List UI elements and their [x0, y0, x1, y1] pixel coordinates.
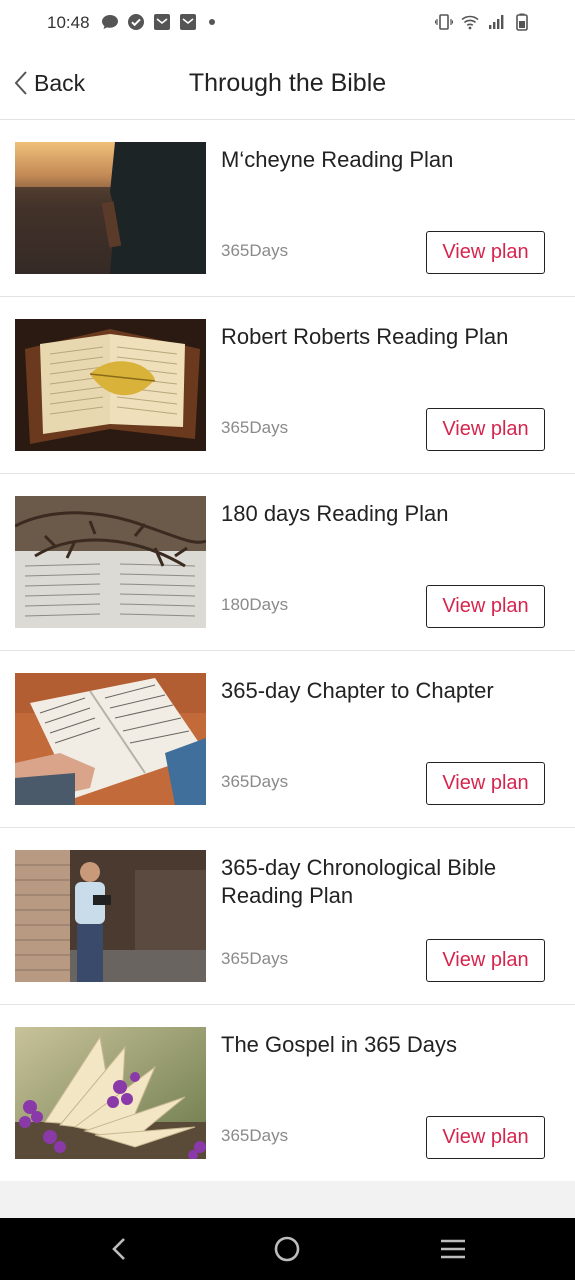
bible-with-thorns-photo	[15, 496, 206, 628]
plan-days: 365Days	[221, 772, 289, 791]
plan-days: 365Days	[221, 418, 289, 437]
hand-on-open-bible-photo	[15, 673, 206, 805]
plan-title: 365-day Chapter to Chapter	[221, 678, 494, 703]
list-item[interactable]: The Gospel in 365 Days 365Days View plan	[0, 1005, 575, 1182]
back-nav-icon[interactable]	[104, 1233, 136, 1265]
system-nav-bar	[0, 1218, 575, 1280]
signal-icon	[487, 13, 505, 31]
list-footer	[0, 1181, 575, 1218]
vibrate-icon	[434, 13, 454, 31]
plan-title: The Gospel in 365 Days	[221, 1032, 458, 1057]
list-item[interactable]: Robert Roberts Reading Plan 365Days View…	[0, 297, 575, 474]
plan-days: 365Days	[221, 1126, 289, 1145]
plan-days: 365Days	[221, 241, 289, 260]
plan-title: M‘cheyne Reading Plan	[221, 147, 454, 172]
plan-thumbnail	[15, 1027, 206, 1159]
app-header: Back Through the Bible	[0, 48, 575, 120]
mail-icon	[179, 13, 197, 31]
page-title: Through the Bible	[188, 69, 387, 97]
plan-thumbnail	[15, 142, 206, 274]
view-plan-button[interactable]: View plan	[426, 408, 545, 451]
plan-thumbnail	[15, 496, 206, 628]
notification-icons	[101, 13, 215, 31]
chat-bubble-icon	[101, 13, 119, 31]
plan-days: 180Days	[221, 595, 289, 614]
plan-list: M‘cheyne Reading Plan 365Days View plan …	[0, 120, 575, 1182]
battery-icon	[513, 13, 531, 31]
plan-days: 365Days	[221, 949, 289, 968]
view-plan-button[interactable]: View plan	[426, 762, 545, 805]
home-nav-icon[interactable]	[271, 1233, 303, 1265]
dot-icon	[209, 19, 215, 25]
status-bar: 10:48	[0, 0, 575, 48]
status-time: 10:48	[47, 13, 90, 32]
plan-title: Robert Roberts Reading Plan	[221, 324, 509, 349]
man-reading-in-hallway-photo	[15, 850, 206, 982]
view-plan-button[interactable]: View plan	[426, 1116, 545, 1159]
person-holding-bible-field-photo	[15, 142, 206, 274]
view-plan-button[interactable]: View plan	[426, 939, 545, 982]
view-plan-button[interactable]: View plan	[426, 585, 545, 628]
plan-thumbnail	[15, 319, 206, 451]
check-circle-icon	[127, 13, 145, 31]
recents-nav-icon[interactable]	[437, 1233, 469, 1265]
system-icons	[434, 13, 531, 31]
book-with-purple-flowers-photo	[15, 1027, 206, 1159]
open-bible-with-leaf-photo	[15, 319, 206, 451]
plan-thumbnail	[15, 850, 206, 982]
plan-title: 180 days Reading Plan	[221, 501, 449, 526]
plan-title: 365-day Chronological Bible Reading Plan	[221, 855, 497, 908]
mail-icon	[153, 13, 171, 31]
plan-thumbnail	[15, 673, 206, 805]
list-item[interactable]: 365-day Chronological Bible Reading Plan…	[0, 828, 575, 1005]
wifi-icon	[461, 13, 479, 31]
view-plan-button[interactable]: View plan	[426, 231, 545, 274]
list-item[interactable]: 180 days Reading Plan 180Days View plan	[0, 474, 575, 651]
list-item[interactable]: M‘cheyne Reading Plan 365Days View plan	[0, 120, 575, 297]
list-item[interactable]: 365-day Chapter to Chapter 365Days View …	[0, 651, 575, 828]
